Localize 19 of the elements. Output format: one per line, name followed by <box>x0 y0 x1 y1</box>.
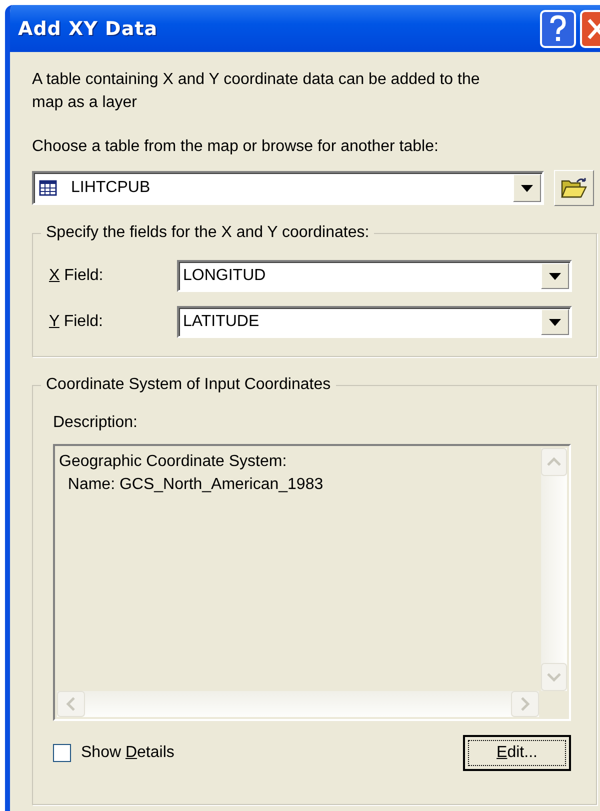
field-dropdown[interactable]: LONGITUD <box>177 260 572 292</box>
window-title: Add XY Data <box>18 18 159 40</box>
field-dropdown[interactable]: LATITUDE <box>177 306 572 338</box>
show-details-label: Show Details <box>81 744 174 762</box>
browse-button[interactable] <box>554 170 594 206</box>
field-label: Y Field: <box>49 313 104 331</box>
table-icon <box>39 180 57 196</box>
show-details-checkbox[interactable] <box>53 744 71 762</box>
field-label: X Field: <box>49 267 104 285</box>
table-prompt: Choose a table from the map or browse for another table: <box>32 138 440 156</box>
table-dropdown[interactable]: LIHTCPUB <box>32 171 544 205</box>
description-text: Geographic Coordinate System: Name: GCS_North_American_1983 <box>58 452 324 495</box>
intro-text: A table containing X and Y coordinate data can be added to the map as a layer <box>32 70 481 113</box>
group-legend: Specify the fields for the X and Y coordinates: <box>41 223 374 243</box>
edit-button[interactable]: Edit... <box>463 735 571 771</box>
description-label: Description: <box>53 414 138 432</box>
folder-icon <box>560 177 588 199</box>
help-icon[interactable] <box>540 10 576 48</box>
group-legend: Coordinate System of Input Coordinates <box>41 375 336 395</box>
